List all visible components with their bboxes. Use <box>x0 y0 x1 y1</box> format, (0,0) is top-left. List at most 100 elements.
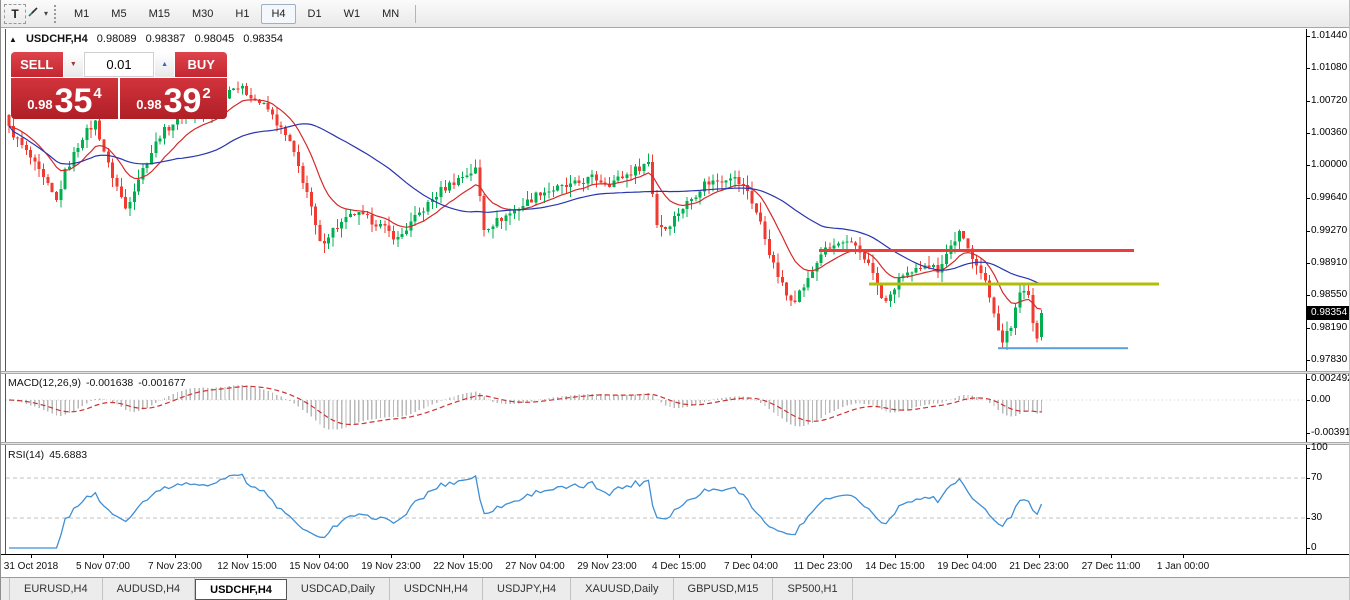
chart-tab-eurusd[interactable]: EURUSD,H4 <box>9 578 103 600</box>
chart-ohlc-header: ▲ USDCHF,H4 0.98089 0.98387 0.98045 0.98… <box>9 33 289 45</box>
axis-tick <box>1306 100 1310 102</box>
price-tick-label: 0.97830 <box>1311 354 1348 365</box>
volume-increase-button[interactable]: ▲ <box>154 52 175 77</box>
time-tick <box>103 555 104 558</box>
chart-tab-usdjpy[interactable]: USDJPY,H4 <box>483 578 572 600</box>
current-price-tag: 0.98354 <box>1307 305 1349 320</box>
time-tick <box>31 555 32 558</box>
timeframe-button-m15[interactable]: M15 <box>139 4 180 24</box>
timeframe-button-d1[interactable]: D1 <box>298 4 332 24</box>
time-tick <box>1111 555 1112 558</box>
buy-price-big: 39 <box>163 82 202 121</box>
time-tick <box>463 555 464 558</box>
timeframe-group: M1 M5 M15 M30 H1 H4 D1 W1 MN <box>63 3 410 24</box>
mt-terminal-window: T ▾ M1 M5 M15 M30 H1 H4 D1 W1 MN ▲ USDCHF,H4 0.9… <box>0 0 1350 600</box>
timeframe-button-w1[interactable]: W1 <box>334 4 371 24</box>
chart-tab-audusd[interactable]: AUDUSD,H4 <box>103 578 196 600</box>
volume-decrease-button[interactable]: ▼ <box>63 52 84 77</box>
axis-tick <box>1306 478 1310 479</box>
low-value: 0.98045 <box>194 33 235 45</box>
price-tick-label: 0.99270 <box>1311 224 1348 236</box>
toolbar: T ▾ M1 M5 M15 M30 H1 H4 D1 W1 MN <box>1 0 1349 28</box>
timeframe-button-mn[interactable]: MN <box>372 4 409 24</box>
macd-tick-label: -0.003913 <box>1311 427 1350 438</box>
axis-tick <box>1306 295 1310 297</box>
price-tick-label: 1.01440 <box>1311 30 1348 41</box>
open-value: 0.98089 <box>96 33 137 45</box>
chart-tab-sp500[interactable]: SP500,H1 <box>773 578 853 600</box>
up-arrow-icon: ▲ <box>161 61 169 68</box>
timeframe-button-m1[interactable]: M1 <box>64 4 99 24</box>
axis-tick <box>1306 327 1310 329</box>
time-axis: 31 Oct 2018 5 Nov 07:00 7 Nov 23:00 12 Nov … <box>1 554 1349 577</box>
time-tick <box>751 555 752 558</box>
collapse-triangle-icon: ▲ <box>9 35 17 44</box>
timeframe-button-m5[interactable]: M5 <box>101 4 136 24</box>
macd-pane-canvas[interactable] <box>1 374 1350 442</box>
time-label: 1 Jan 00:00 <box>1156 561 1210 572</box>
high-value: 0.98387 <box>145 33 186 45</box>
time-label: 19 Nov 23:00 <box>361 561 421 572</box>
axis-tick <box>1306 68 1310 70</box>
rsi-tick-label: 100 <box>1311 442 1328 453</box>
time-tick <box>535 555 536 558</box>
axis-tick <box>1306 36 1310 37</box>
time-label: 7 Dec 04:00 <box>724 561 778 572</box>
chart-tab-xauusd[interactable]: XAUUSD,Daily <box>571 578 674 600</box>
time-tick <box>247 555 248 558</box>
text-tool-icon: T <box>11 6 19 21</box>
price-tick-label: 1.00720 <box>1311 94 1348 106</box>
axis-tick <box>1306 132 1310 134</box>
buy-price-prefix: 0.98 <box>136 97 162 112</box>
sell-price-sup: 4 <box>93 85 102 102</box>
line-studies-button[interactable]: ▾ <box>26 3 48 25</box>
one-click-trading-widget: SELL ▼ 0.01 ▲ BUY 0.98 35 4 0.98 39 2 <box>11 52 227 119</box>
timeframe-button-h1[interactable]: H1 <box>225 4 259 24</box>
time-label: 12 Nov 15:00 <box>217 561 277 572</box>
time-label: 7 Nov 23:00 <box>148 561 202 572</box>
timeframe-button-h4[interactable]: H4 <box>261 3 296 24</box>
chevron-down-icon: ▾ <box>44 9 49 18</box>
time-label: 5 Nov 07:00 <box>76 561 130 572</box>
time-tick <box>1039 555 1040 558</box>
sell-price-display: 0.98 35 4 <box>11 78 118 119</box>
timeframe-button-m30[interactable]: M30 <box>182 4 223 24</box>
time-label: 19 Dec 04:00 <box>937 561 997 572</box>
time-label: 22 Nov 15:00 <box>433 561 493 572</box>
time-tick <box>823 555 824 558</box>
price-tick-label: 0.99640 <box>1311 191 1348 203</box>
time-label: 4 Dec 15:00 <box>652 561 706 572</box>
axis-tick <box>1306 433 1310 434</box>
time-label: 11 Dec 23:00 <box>793 561 853 572</box>
time-tick <box>391 555 392 558</box>
price-tick-label: 1.01080 <box>1311 62 1348 74</box>
axis-tick <box>1306 400 1310 401</box>
macd-label: MACD(12,26,9) -0.001638 -0.001677 <box>8 377 186 389</box>
chart-tab-usdcad[interactable]: USDCAD,Daily <box>287 578 390 600</box>
chart-tab-gbpusd[interactable]: GBPUSD,M15 <box>674 578 774 600</box>
time-label: 27 Dec 11:00 <box>1081 561 1141 572</box>
axis-tick <box>1306 263 1310 265</box>
toolbar-separator <box>415 4 417 23</box>
buy-button[interactable]: BUY <box>175 52 227 77</box>
axis-tick <box>1306 379 1310 380</box>
price-tick-label: 0.98910 <box>1311 257 1348 269</box>
chart-tab-usdcnh[interactable]: USDCNH,H4 <box>390 578 484 600</box>
price-tick-label: 0.98190 <box>1311 321 1348 333</box>
chart-tab-bar: EURUSD,H4 AUDUSD,H4 USDCHF,H4 USDCAD,Daily U… <box>1 577 1349 600</box>
sell-button[interactable]: SELL <box>11 52 63 77</box>
rsi-tick-label: 30 <box>1311 512 1323 523</box>
price-tick-label: 1.00000 <box>1311 159 1348 171</box>
rsi-pane-canvas[interactable] <box>1 445 1350 554</box>
time-tick <box>895 555 896 558</box>
text-tool-button[interactable]: T <box>4 3 26 24</box>
time-tick <box>175 555 176 558</box>
time-label: 14 Dec 15:00 <box>865 561 925 572</box>
axis-tick <box>1306 548 1310 549</box>
sell-price-big: 35 <box>54 82 93 121</box>
macd-tick-label: 0.002492 <box>1311 373 1350 384</box>
chart-tab-usdchf[interactable]: USDCHF,H4 <box>195 579 287 600</box>
rsi-tick-label: 70 <box>1311 472 1323 483</box>
volume-input[interactable]: 0.01 <box>84 52 154 77</box>
sell-price-prefix: 0.98 <box>27 97 53 112</box>
